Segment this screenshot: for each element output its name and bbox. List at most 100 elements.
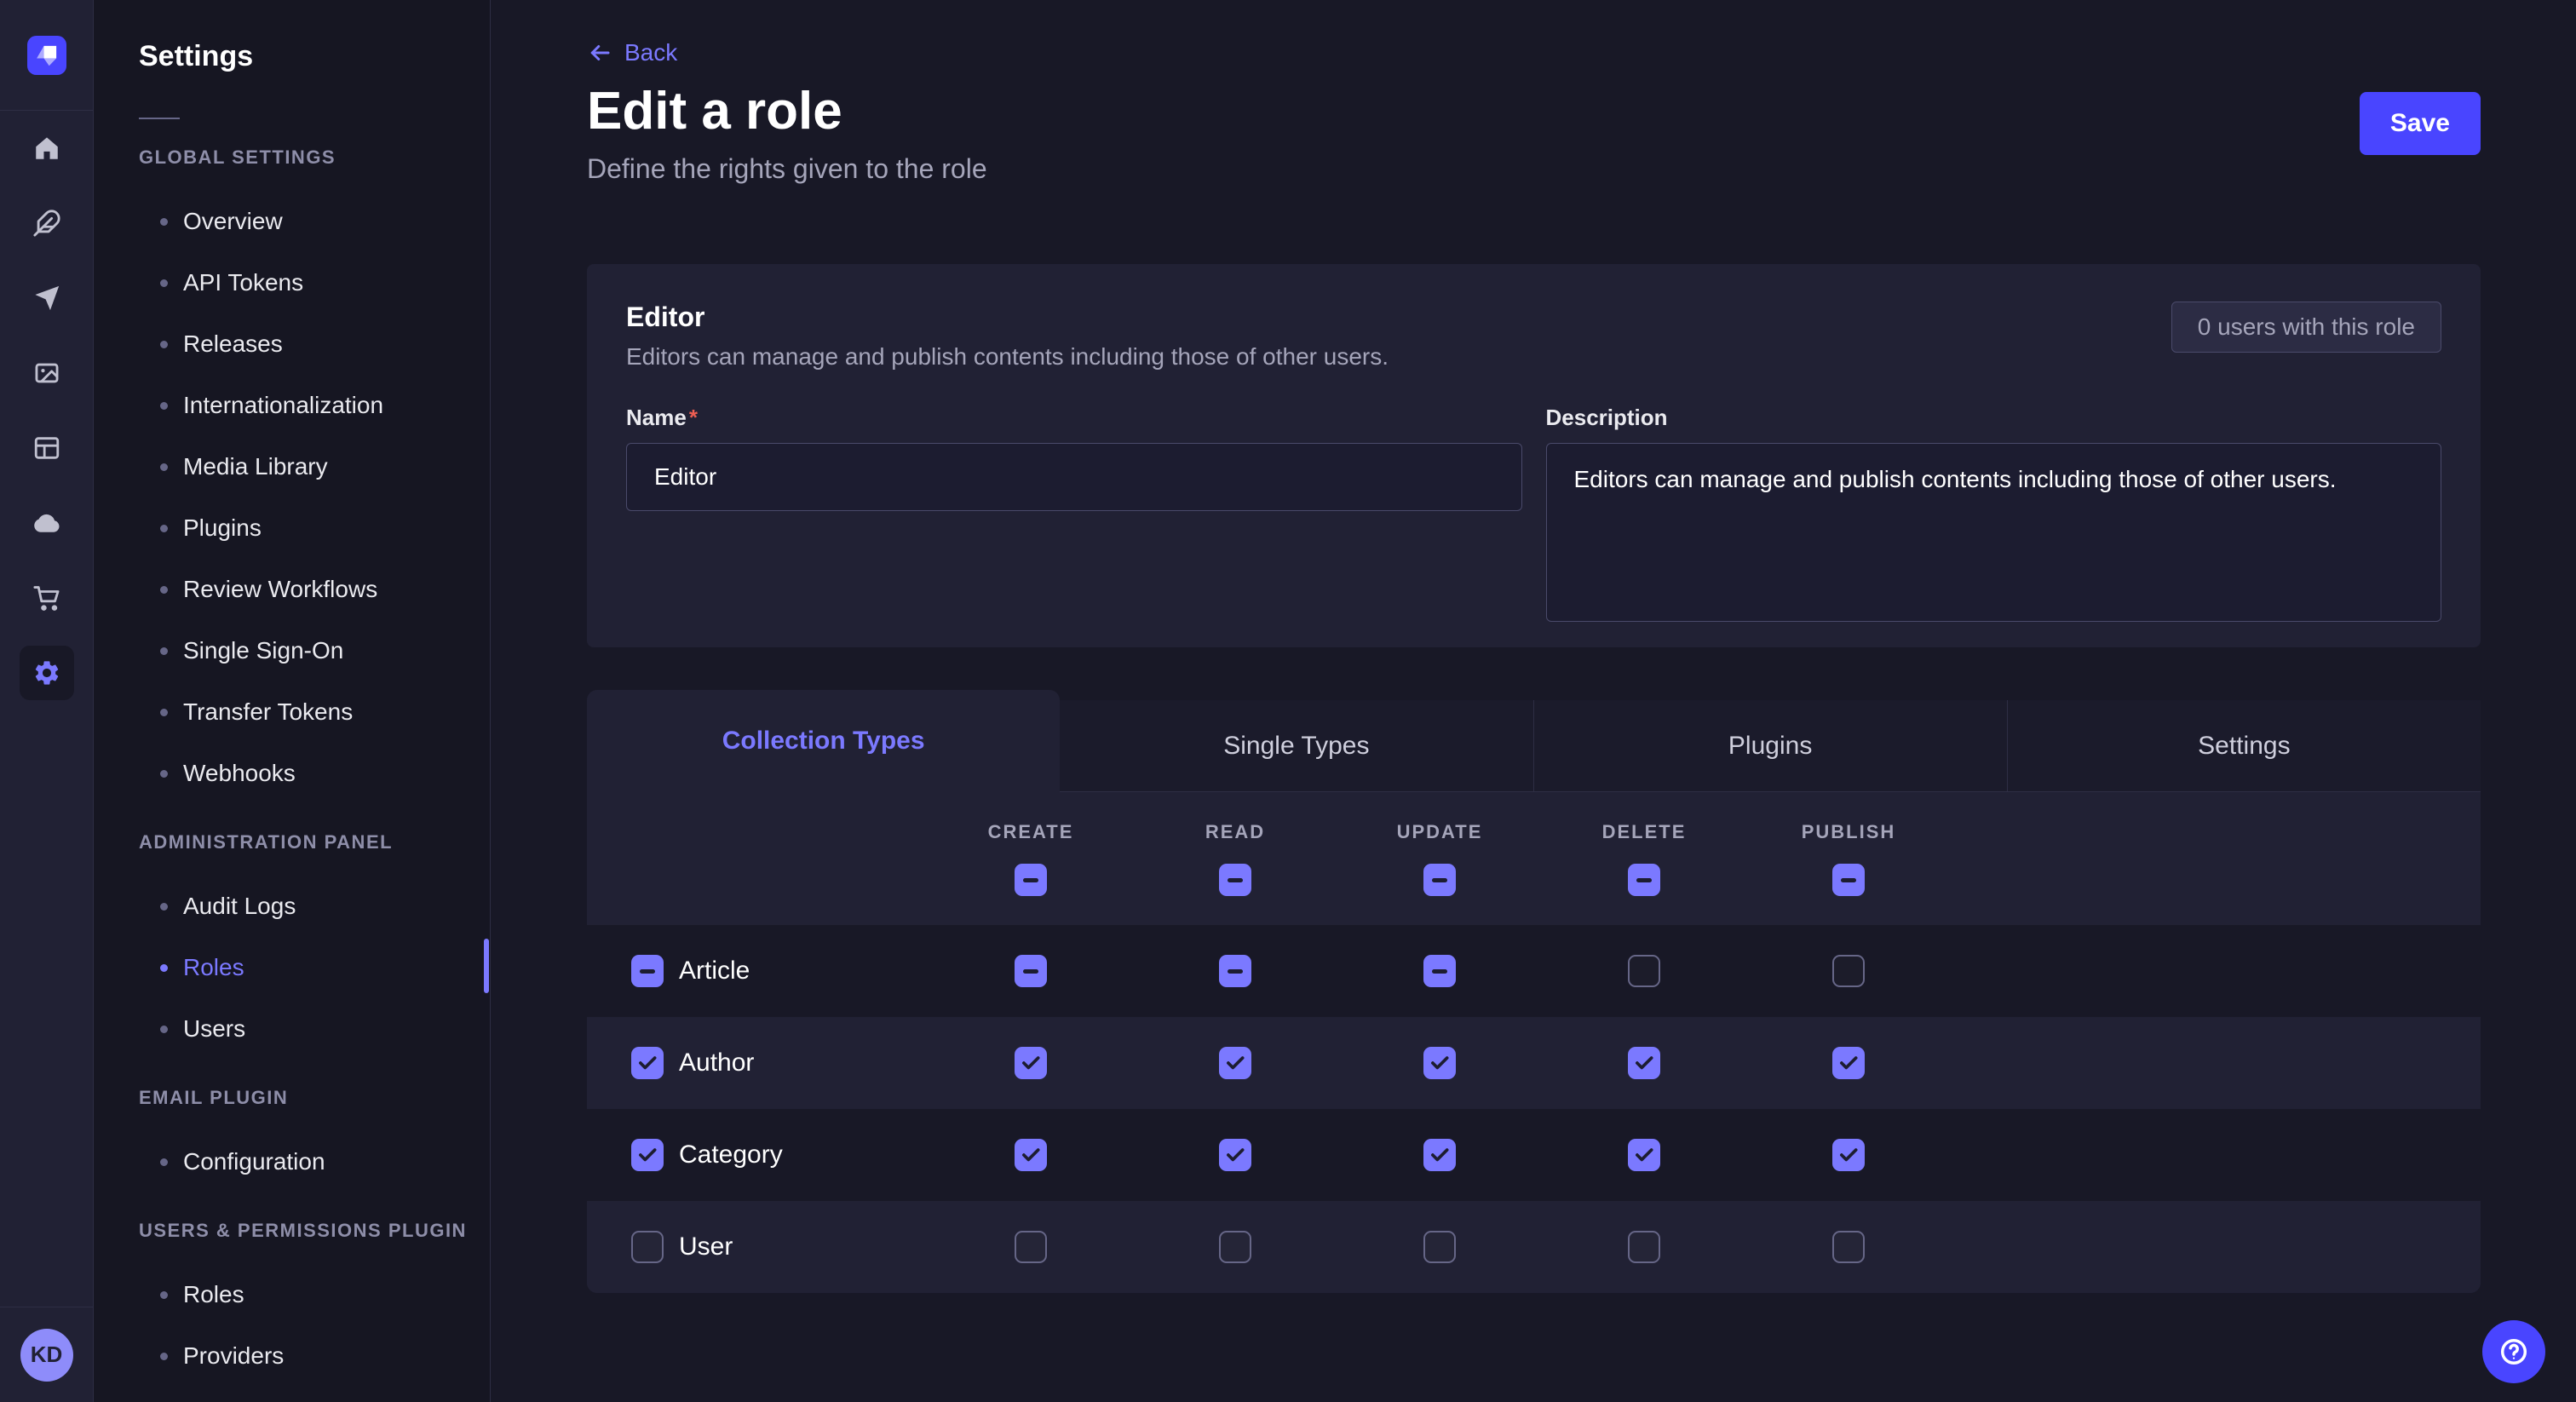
- subnav-item-global-settings-internationalization[interactable]: Internationalization: [94, 375, 490, 436]
- checkbox-select-all-update[interactable]: [1423, 864, 1456, 896]
- rail-icon-list: [0, 111, 93, 710]
- rail-item-cloud[interactable]: [0, 486, 93, 560]
- cell-author-read: [1133, 1047, 1337, 1079]
- checkbox-category-publish[interactable]: [1832, 1139, 1865, 1171]
- tab-collection-types[interactable]: Collection Types: [587, 690, 1060, 792]
- cell-user-read: [1133, 1231, 1337, 1263]
- subnav-item-label: Review Workflows: [183, 576, 377, 603]
- page-title: Edit a role: [587, 83, 2481, 140]
- cell-author-delete: [1542, 1047, 1746, 1079]
- subnav-item-label: Internationalization: [183, 392, 383, 419]
- checkbox-select-all-create[interactable]: [1015, 864, 1047, 896]
- role-name-input[interactable]: [626, 443, 1522, 511]
- rail-item-send[interactable]: [0, 261, 93, 336]
- tab-plugins[interactable]: Plugins: [1533, 700, 2007, 792]
- bullet-dot: [160, 1353, 168, 1360]
- subnav-item-users-permissions-plugin-providers[interactable]: Providers: [94, 1325, 490, 1387]
- checkbox-article-delete[interactable]: [1628, 955, 1660, 987]
- rail-item-layout[interactable]: [0, 411, 93, 486]
- checkbox-user-update[interactable]: [1423, 1231, 1456, 1263]
- checkbox-author-create[interactable]: [1015, 1047, 1047, 1079]
- permission-row-category: Category: [587, 1109, 2481, 1201]
- subnav-item-administration-panel-users[interactable]: Users: [94, 998, 490, 1060]
- checkbox-author-delete[interactable]: [1628, 1047, 1660, 1079]
- users-with-role-button[interactable]: 0 users with this role: [2171, 302, 2441, 353]
- checkbox-article-create[interactable]: [1015, 955, 1047, 987]
- checkbox-category-delete[interactable]: [1628, 1139, 1660, 1171]
- rail-item-feather[interactable]: [0, 186, 93, 261]
- main-content: Back Edit a role Define the rights given…: [492, 0, 2576, 1402]
- subnav-item-global-settings-single-sign-on[interactable]: Single Sign-On: [94, 620, 490, 681]
- tab-settings[interactable]: Settings: [2007, 700, 2481, 792]
- subnav-item-administration-panel-roles[interactable]: Roles: [94, 937, 490, 998]
- rail-item-home[interactable]: [0, 111, 93, 186]
- checkbox-user-publish[interactable]: [1832, 1231, 1865, 1263]
- subnav-item-global-settings-media-library[interactable]: Media Library: [94, 436, 490, 497]
- subnav-item-global-settings-overview[interactable]: Overview: [94, 191, 490, 252]
- subnav-item-global-settings-webhooks[interactable]: Webhooks: [94, 743, 490, 804]
- checkbox-select-all-delete[interactable]: [1628, 864, 1660, 896]
- checkbox-category-create[interactable]: [1015, 1139, 1047, 1171]
- subnav-item-global-settings-transfer-tokens[interactable]: Transfer Tokens: [94, 681, 490, 743]
- subnav-item-users-permissions-plugin-roles[interactable]: Roles: [94, 1264, 490, 1325]
- permissions-table: CREATEREADUPDATEDELETEPUBLISH ArticleAut…: [587, 792, 2481, 1293]
- save-button[interactable]: Save: [2360, 92, 2481, 155]
- column-header-delete: DELETE: [1542, 821, 1746, 896]
- rail-item-settings[interactable]: [0, 635, 93, 710]
- subnav-item-administration-panel-audit-logs[interactable]: Audit Logs: [94, 876, 490, 937]
- role-description-text: Editors can manage and publish contents …: [626, 343, 1389, 371]
- row-checkbox-user[interactable]: [631, 1231, 664, 1263]
- checkmark-icon: [1429, 1052, 1451, 1074]
- cell-category-delete: [1542, 1139, 1746, 1171]
- subnav-item-label: Overview: [183, 208, 283, 235]
- row-checkbox-category[interactable]: [631, 1139, 664, 1171]
- subnav-item-email-plugin-configuration[interactable]: Configuration: [94, 1131, 490, 1192]
- indeterminate-dash-icon: [1432, 969, 1447, 974]
- checkbox-category-read[interactable]: [1219, 1139, 1251, 1171]
- subnav-item-global-settings-api-tokens[interactable]: API Tokens: [94, 252, 490, 313]
- feather-icon: [32, 209, 61, 238]
- indeterminate-dash-icon: [1228, 878, 1243, 882]
- checkbox-article-update[interactable]: [1423, 955, 1456, 987]
- back-link[interactable]: Back: [587, 0, 677, 66]
- subnav-item-global-settings-releases[interactable]: Releases: [94, 313, 490, 375]
- subnav-item-label: Audit Logs: [183, 893, 296, 920]
- checkmark-icon: [1837, 1052, 1860, 1074]
- avatar[interactable]: KD: [20, 1329, 73, 1382]
- checkbox-user-delete[interactable]: [1628, 1231, 1660, 1263]
- subnav-item-label: Media Library: [183, 453, 328, 480]
- checkbox-select-all-read[interactable]: [1219, 864, 1251, 896]
- row-checkbox-author[interactable]: [631, 1047, 664, 1079]
- workspace-logo-area[interactable]: [0, 0, 93, 111]
- row-checkbox-article[interactable]: [631, 955, 664, 987]
- help-button[interactable]: [2482, 1320, 2545, 1383]
- checkbox-category-update[interactable]: [1423, 1139, 1456, 1171]
- checkbox-article-read[interactable]: [1219, 955, 1251, 987]
- subnav-item-label: Users: [183, 1015, 245, 1043]
- checkbox-author-update[interactable]: [1423, 1047, 1456, 1079]
- subnav-item-global-settings-plugins[interactable]: Plugins: [94, 497, 490, 559]
- subnav-item-label: Transfer Tokens: [183, 698, 353, 726]
- rail-item-media[interactable]: [0, 336, 93, 411]
- subnav-scrollbar-thumb[interactable]: [484, 939, 489, 993]
- checkmark-icon: [1429, 1144, 1451, 1166]
- column-header-update: UPDATE: [1337, 821, 1542, 896]
- checkbox-author-publish[interactable]: [1832, 1047, 1865, 1079]
- nav-section-header-email-plugin: EMAIL PLUGIN: [139, 1078, 490, 1118]
- checkbox-select-all-publish[interactable]: [1832, 864, 1865, 896]
- checkbox-author-read[interactable]: [1219, 1047, 1251, 1079]
- role-description-textarea[interactable]: Editors can manage and publish contents …: [1546, 443, 2442, 622]
- permission-row-author: Author: [587, 1017, 2481, 1109]
- indeterminate-dash-icon: [1432, 878, 1447, 882]
- subnav-item-label: Providers: [183, 1342, 284, 1370]
- bullet-dot: [160, 647, 168, 655]
- checkbox-user-read[interactable]: [1219, 1231, 1251, 1263]
- home-icon: [32, 134, 61, 163]
- rail-item-cart[interactable]: [0, 560, 93, 635]
- tab-single-types[interactable]: Single Types: [1060, 700, 1532, 792]
- subnav-item-label: Webhooks: [183, 760, 296, 787]
- indeterminate-dash-icon: [1636, 878, 1652, 882]
- checkbox-user-create[interactable]: [1015, 1231, 1047, 1263]
- subnav-item-global-settings-review-workflows[interactable]: Review Workflows: [94, 559, 490, 620]
- checkbox-article-publish[interactable]: [1832, 955, 1865, 987]
